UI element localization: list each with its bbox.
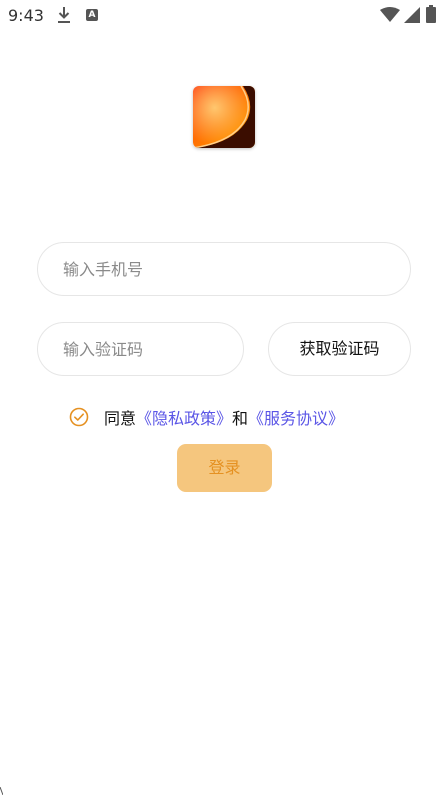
edge-mark [0,787,3,795]
a-icon: A [86,9,98,21]
login-screen: 9:43 A 输入手机号 输入验证码 获取验证码 同意 《隐私政策》 和 《服务… [0,0,448,797]
service-agreement-link[interactable]: 《服务协议》 [248,405,344,429]
verification-code-field[interactable] [37,322,244,376]
phone-input[interactable] [38,243,410,295]
wifi-icon [380,7,400,22]
app-logo-graphic [193,86,255,148]
agreement-conjunction: 和 [232,409,249,428]
verification-code-input[interactable] [38,323,243,375]
battery-icon [426,5,436,23]
privacy-policy-link[interactable]: 《隐私政策》 [136,405,232,429]
get-code-button[interactable]: 获取验证码 [268,322,411,376]
agreement-row: 同意 《隐私政策》 和 《服务协议》 [69,405,344,429]
agreement-prefix: 同意 [104,409,137,428]
status-time: 9:43 [8,6,44,25]
status-bar: 9:43 A [0,0,448,32]
app-logo [193,86,255,148]
download-icon [58,7,70,23]
login-button[interactable]: 登录 [177,444,272,492]
check-circle-icon[interactable] [69,407,89,427]
signal-icon [404,7,420,23]
phone-field[interactable] [37,242,411,296]
